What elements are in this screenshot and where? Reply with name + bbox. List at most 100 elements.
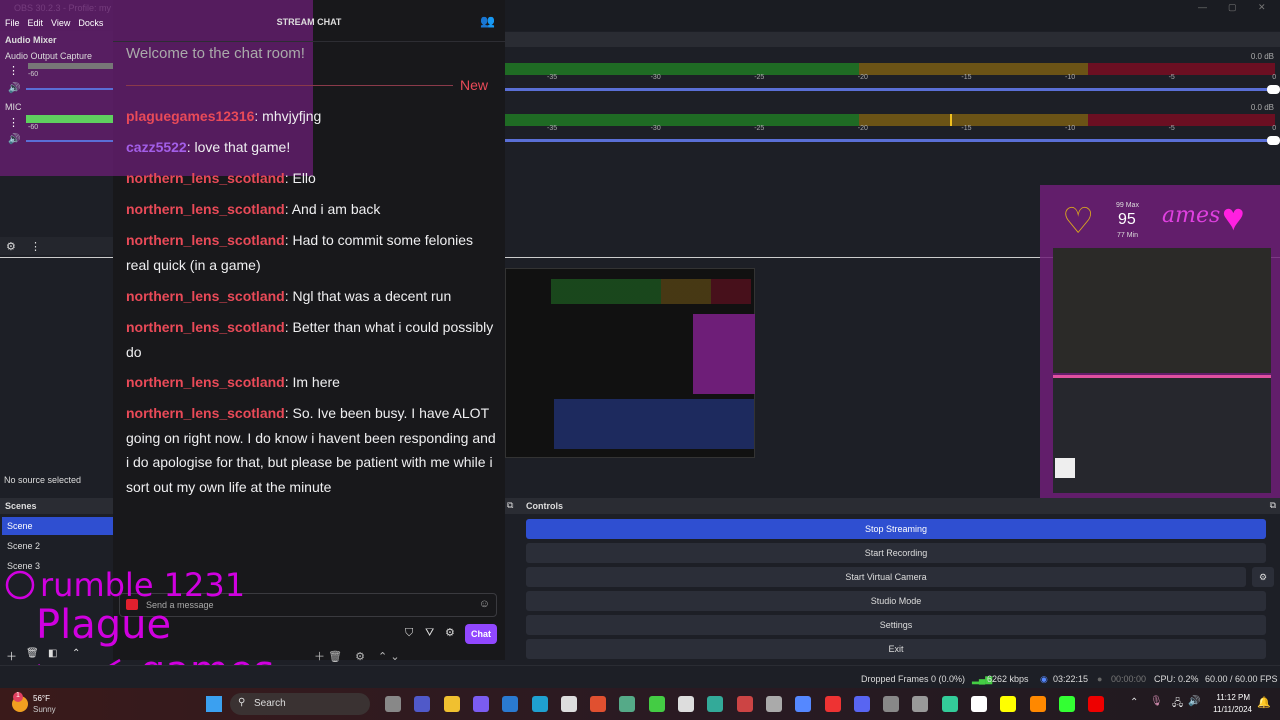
app-icon[interactable]: [707, 696, 724, 712]
meter-tick-label: -30: [650, 125, 661, 132]
chat-username[interactable]: plaguegames12316: [126, 108, 254, 124]
users-icon[interactable]: 👥: [480, 14, 495, 28]
start-recording-button[interactable]: Start Recording: [526, 543, 1266, 563]
preview-nested-capture: [505, 268, 755, 458]
meter-tick-label: -15: [961, 74, 972, 81]
close-button[interactable]: ✕: [1258, 2, 1266, 13]
clock-date[interactable]: 11/11/2024: [1208, 705, 1252, 714]
undock-icon[interactable]: ⧉: [507, 500, 513, 511]
volume-knob[interactable]: [1267, 136, 1280, 145]
kick-icon[interactable]: [1058, 696, 1075, 712]
app-icon[interactable]: [619, 696, 636, 712]
steam-icon[interactable]: [678, 696, 694, 712]
chat-message: northern_lens_scotland: And i am back: [126, 197, 496, 222]
minimize-button[interactable]: —: [1198, 2, 1207, 12]
scene-item[interactable]: Scene: [2, 517, 113, 535]
source-2-volume-slider[interactable]: [505, 136, 1280, 145]
obs-icon[interactable]: [560, 696, 577, 712]
teams-icon[interactable]: [414, 696, 431, 712]
app-icon[interactable]: [971, 696, 987, 712]
stream-icon: ◉: [1040, 674, 1048, 684]
chat-username[interactable]: northern_lens_scotland: [126, 232, 285, 248]
mixer-header-bar: [505, 32, 1280, 47]
app-icon[interactable]: [941, 696, 958, 712]
edge-icon[interactable]: [531, 696, 548, 712]
gear-icon[interactable]: ⚙: [6, 240, 16, 253]
volume-icon[interactable]: 🔊: [1188, 696, 1200, 707]
start-button[interactable]: [206, 696, 222, 712]
nvidia-icon[interactable]: [648, 696, 665, 712]
move-up-icon[interactable]: ⌃: [378, 651, 387, 663]
app-icon[interactable]: [765, 696, 782, 712]
menu-dots-icon[interactable]: ⋮: [30, 240, 41, 253]
webcam-overlay: ♡ 99 Max 95 77 Min ames ♥: [1040, 185, 1280, 501]
chat-username[interactable]: northern_lens_scotland: [126, 319, 285, 335]
discord-icon[interactable]: [853, 696, 870, 712]
chat-username[interactable]: northern_lens_scotland: [126, 170, 285, 186]
chat-username[interactable]: cazz5522: [126, 139, 187, 155]
shield-icon[interactable]: ⛉: [405, 627, 413, 640]
snapchat-icon[interactable]: [1000, 696, 1017, 712]
taskbar-search[interactable]: ⚲ Search: [230, 693, 370, 715]
emoji-icon[interactable]: ☺: [479, 598, 490, 610]
stop-streaming-button[interactable]: Stop Streaming: [526, 519, 1266, 539]
notification-bell-icon[interactable]: 🔔: [1257, 696, 1271, 709]
chat-text: : And i am back: [284, 201, 381, 217]
gear-icon[interactable]: ⚙: [355, 651, 365, 663]
meter-tick-label: -20: [857, 74, 868, 81]
source-2-mini-slider[interactable]: [26, 140, 113, 142]
settings-button[interactable]: Settings: [526, 615, 1266, 635]
move-down-icon[interactable]: ⌄: [390, 651, 399, 663]
speaker-icon[interactable]: 🔊: [8, 134, 20, 145]
dropped-frames: Dropped Frames 0 (0.0%): [861, 674, 966, 684]
menu-docks[interactable]: Docks: [78, 18, 103, 28]
menu-dots-icon[interactable]: ⋮: [8, 116, 19, 129]
clock-time[interactable]: 11:12 PM: [1212, 693, 1250, 702]
source-1-volume-slider[interactable]: [505, 85, 1280, 94]
start-virtual-camera-button[interactable]: Start Virtual Camera: [526, 567, 1246, 587]
menu-bar: File Edit View Docks: [0, 15, 113, 31]
app-icon[interactable]: [795, 696, 812, 712]
virtual-camera-settings-icon[interactable]: ⚙: [1252, 567, 1274, 587]
chat-send-button[interactable]: Chat: [465, 624, 497, 644]
app-icon[interactable]: [736, 696, 753, 712]
studio-mode-button[interactable]: Studio Mode: [526, 591, 1266, 611]
menu-edit[interactable]: Edit: [28, 18, 44, 28]
speaker-icon[interactable]: 🔊: [8, 83, 20, 94]
menu-view[interactable]: View: [51, 18, 70, 28]
settings-icon[interactable]: ⚙: [445, 626, 455, 639]
copilot-icon[interactable]: [472, 696, 489, 712]
chat-text: : Ello: [284, 170, 316, 186]
vlc-icon[interactable]: [1029, 696, 1046, 712]
chat-username[interactable]: northern_lens_scotland: [126, 288, 285, 304]
exit-button[interactable]: Exit: [526, 639, 1266, 659]
trash-icon[interactable]: 🗑: [328, 651, 342, 663]
chat-username[interactable]: northern_lens_scotland: [126, 201, 285, 217]
store-icon[interactable]: [502, 696, 519, 712]
file-explorer-icon[interactable]: [443, 696, 460, 712]
menu-dots-icon[interactable]: ⋮: [8, 64, 19, 77]
source-1-mini-slider[interactable]: [26, 88, 113, 90]
chat-message: northern_lens_scotland: Better than what…: [126, 315, 496, 364]
meter-tick-label: 0: [1272, 74, 1277, 81]
network-icon[interactable]: 🖧: [1172, 696, 1183, 713]
taskbar: 1 56°F Sunny ⚲ Search ⌃ 🎙 🖧 🔊 11:12 PM 11…: [0, 688, 1280, 720]
heart-max: 99 Max: [1116, 202, 1139, 209]
volume-knob[interactable]: [1267, 85, 1280, 94]
chat-username[interactable]: northern_lens_scotland: [126, 405, 285, 421]
weather-temp: 56°F: [33, 694, 50, 703]
tray-chevron-icon[interactable]: ⌃: [1130, 697, 1138, 708]
heart-icon: ♡: [1062, 200, 1095, 241]
calculator-icon[interactable]: [912, 696, 929, 712]
maximize-button[interactable]: ▢: [1228, 2, 1237, 13]
mic-icon[interactable]: 🎙: [1150, 696, 1163, 707]
scene-item[interactable]: Scene 2: [2, 537, 113, 555]
chat-username[interactable]: northern_lens_scotland: [126, 374, 285, 390]
menu-file[interactable]: File: [5, 18, 20, 28]
task-view-icon[interactable]: [385, 696, 401, 712]
camera-icon[interactable]: [883, 696, 900, 712]
bits-icon[interactable]: ⛛: [425, 627, 434, 640]
opera-icon[interactable]: [824, 696, 841, 712]
youtube-icon[interactable]: [1088, 696, 1105, 712]
app-icon[interactable]: [590, 696, 607, 712]
